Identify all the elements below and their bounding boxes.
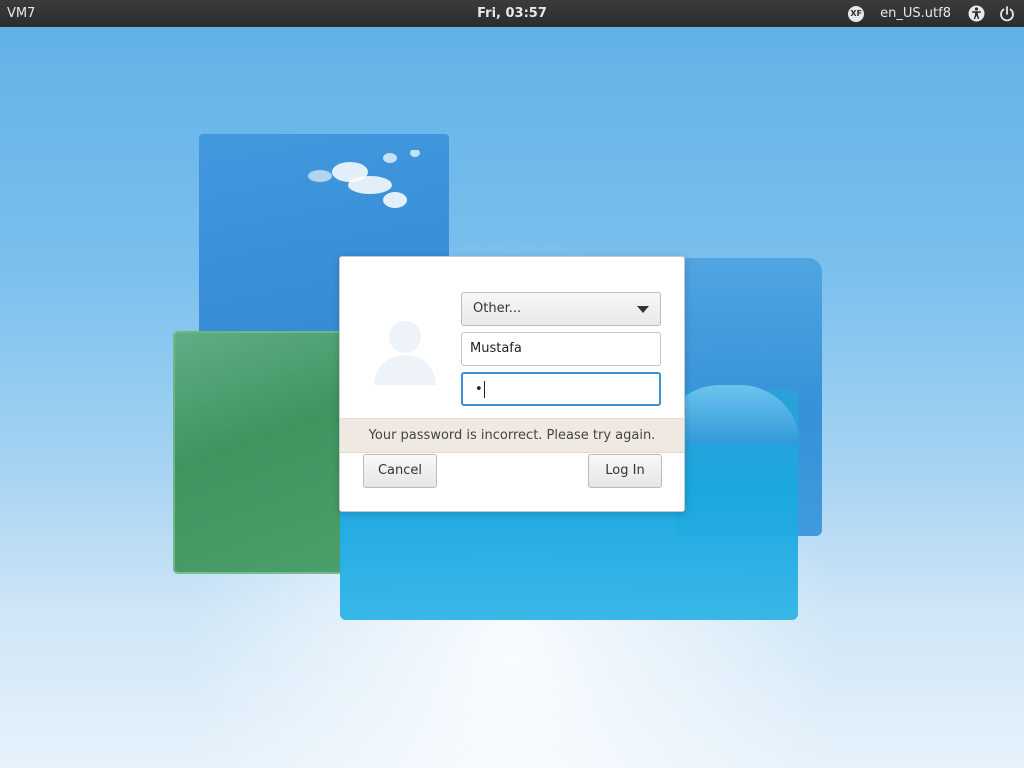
user-select-dropdown[interactable]: Other... (461, 292, 661, 326)
username-value: Mustafa (470, 341, 522, 356)
username-field[interactable]: Mustafa (461, 332, 661, 366)
password-mask: • (475, 382, 483, 397)
xf-icon[interactable]: XF (848, 5, 865, 22)
avatar-icon (374, 321, 436, 385)
clock-label[interactable]: Fri, 03:57 (477, 6, 547, 21)
wallpaper-green-panel (173, 331, 343, 574)
chevron-down-icon (637, 306, 649, 313)
error-message: Your password is incorrect. Please try a… (368, 428, 656, 443)
hostname-label: VM7 (7, 6, 36, 21)
login-button[interactable]: Log In (588, 454, 662, 488)
power-icon[interactable] (998, 5, 1016, 23)
panel-indicators: XF en_US.utf8 (848, 3, 1016, 24)
password-field[interactable]: • (461, 372, 661, 406)
text-cursor (483, 381, 485, 398)
cancel-button[interactable]: Cancel (363, 454, 437, 488)
user-select-value: Other... (473, 301, 522, 316)
accessibility-icon[interactable] (967, 5, 985, 23)
top-panel: VM7 Fri, 03:57 XF en_US.utf8 (0, 0, 1024, 27)
error-message-bar: Your password is incorrect. Please try a… (340, 418, 684, 453)
login-dialog: Other... Mustafa • Your password is inco… (339, 256, 685, 512)
locale-indicator[interactable]: en_US.utf8 (880, 6, 951, 21)
wallpaper-cloud (308, 150, 420, 208)
